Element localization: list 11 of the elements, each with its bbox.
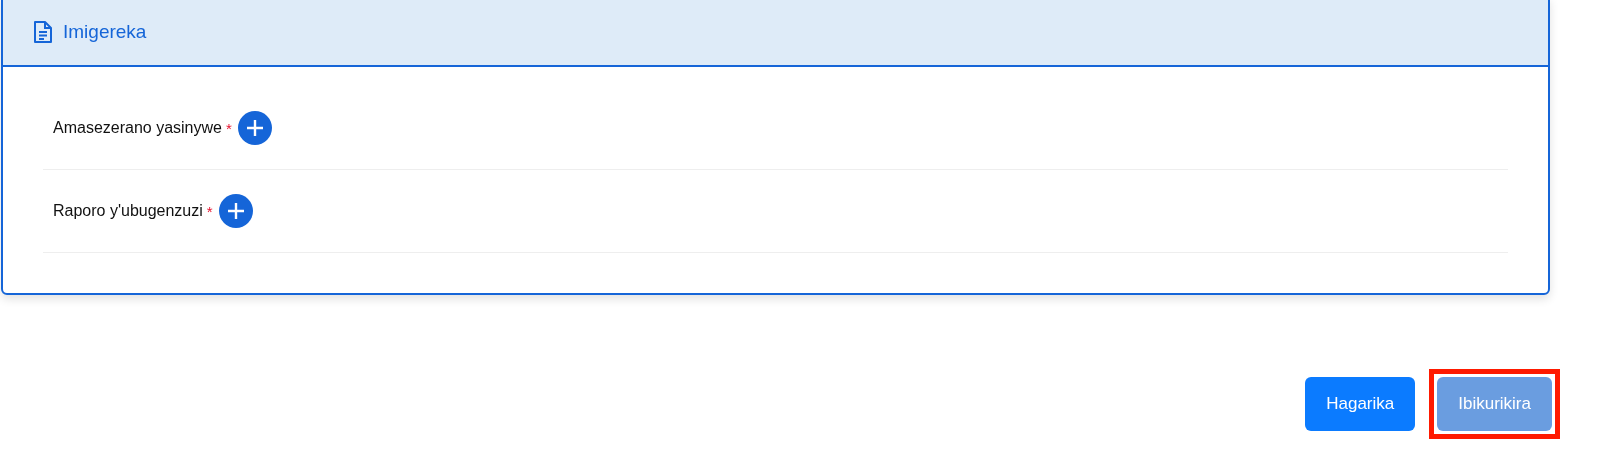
plus-icon xyxy=(225,201,246,221)
action-button[interactable]: Hagarika xyxy=(1305,377,1416,431)
attachment-label: Amasezerano yasinywe xyxy=(53,119,222,137)
document-icon xyxy=(33,20,53,44)
attachment-label: Raporo y'ubugenzuzi xyxy=(53,202,203,220)
required-asterisk: * xyxy=(225,119,232,137)
add-button[interactable] xyxy=(218,194,253,228)
panel-title: Imigereka xyxy=(63,21,147,43)
add-button[interactable] xyxy=(237,111,272,145)
required-asterisk: * xyxy=(206,202,213,220)
plus-icon xyxy=(244,118,265,138)
